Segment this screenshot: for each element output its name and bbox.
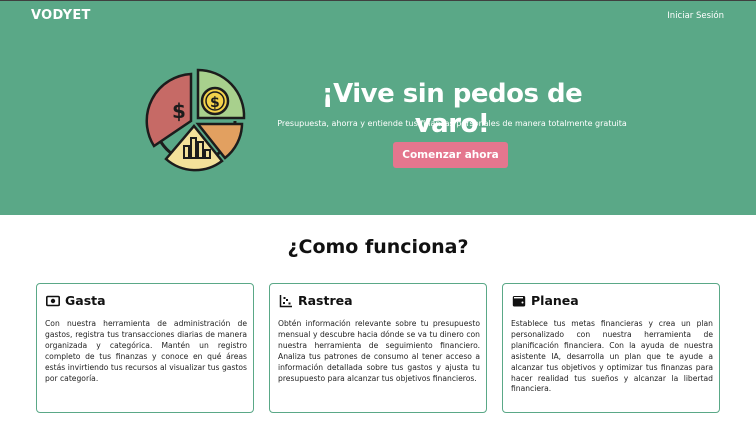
start-now-button[interactable]: Comenzar ahora xyxy=(393,142,508,168)
budget-pie-chart-icon: $ $ xyxy=(145,68,246,172)
card-title: Planea xyxy=(531,293,579,308)
card-description: Obtén información relevante sobre tu pre… xyxy=(278,319,480,383)
how-it-works-title: ¿Como funciona? xyxy=(287,236,469,258)
svg-text:$: $ xyxy=(172,99,186,123)
svg-text:$: $ xyxy=(210,95,220,111)
card-header: Gasta xyxy=(46,293,106,308)
money-bill-icon xyxy=(46,295,60,306)
card-header: Rastrea xyxy=(279,293,353,308)
card-header: Planea xyxy=(512,293,579,308)
login-link[interactable]: Iniciar Sesión xyxy=(667,11,724,21)
card-description: Establece tus metas financieras y crea u… xyxy=(511,319,713,394)
card-description: Con nuestra herramienta de administració… xyxy=(45,319,247,383)
feature-card-planea: Planea Establece tus metas financieras y… xyxy=(502,283,720,413)
wallet-icon xyxy=(512,295,526,306)
card-title: Gasta xyxy=(65,293,106,308)
feature-card-rastrea: Rastrea Obtén información relevante sobr… xyxy=(269,283,487,413)
scatter-chart-icon xyxy=(279,294,292,307)
hero-headline: ¡Vive sin pedos de varo! xyxy=(321,79,583,139)
card-title: Rastrea xyxy=(298,293,353,308)
hero-subtitle: Presupuesta, ahorra y entiende tus finan… xyxy=(277,119,627,128)
brand-logo[interactable]: VODYET xyxy=(31,8,91,23)
hero-section: VODYET Iniciar Sesión $ $ ¡Vive sin pedo… xyxy=(0,0,756,215)
feature-card-gasta: Gasta Con nuestra herramienta de adminis… xyxy=(36,283,254,413)
